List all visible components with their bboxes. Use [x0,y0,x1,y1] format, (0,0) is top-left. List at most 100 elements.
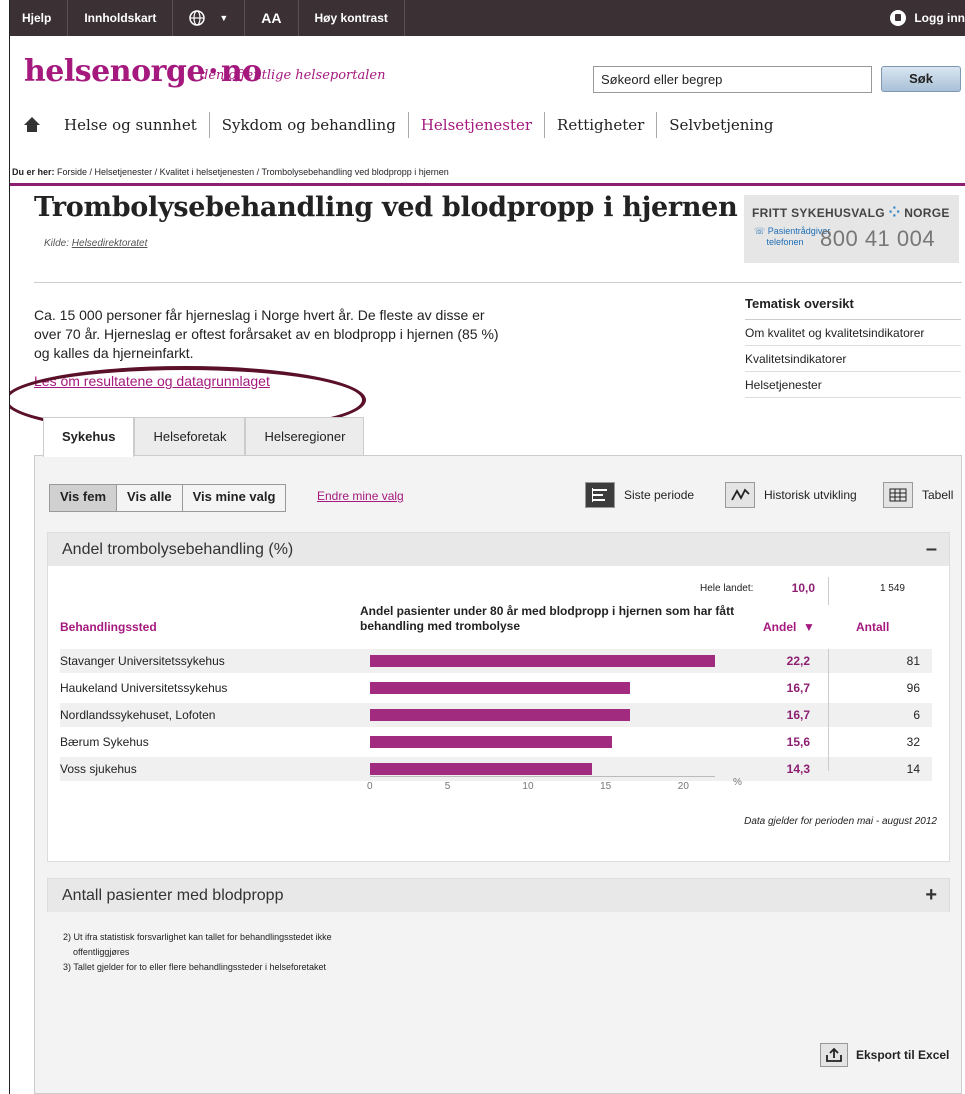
export-icon [820,1043,848,1067]
place-name: Haukeland Universitetssykehus [60,681,228,695]
antall-value: 6 [913,708,920,722]
search-input[interactable]: Søkeord eller begrep [593,66,872,93]
globe-icon [189,10,206,26]
place-name: Stavanger Universitetssykehus [60,654,225,668]
nav-helsetjenester[interactable]: Helsetjenester [407,112,544,138]
x-axis [370,776,715,777]
language-menu[interactable]: ▼ [173,0,246,36]
site-tagline: den offentlige helseportalen [200,68,386,83]
dots-icon: ⁘ [888,204,901,220]
place-name: Nordlandssykehuset, Lofoten [60,708,216,722]
help-link[interactable]: Hjelp [10,0,69,36]
section-header[interactable]: Andel trombolysebehandling (%) – [48,533,949,566]
andel-value: 15,6 [786,735,810,749]
high-contrast-link[interactable]: Høy kontrast [299,0,405,36]
login-label: Logg inn [914,11,965,25]
tab-sykehus[interactable]: Sykehus [43,417,135,457]
history-button[interactable]: Historisk utvikling [725,482,857,508]
col-andel[interactable]: Andel ▼ [763,620,815,634]
table-icon [883,482,913,508]
breadcrumb: Du er her: Forside / Helsetjenester / Kv… [12,167,449,177]
main-nav: Helse og sunnhet Sykdom og behandling He… [24,112,785,138]
bar [370,655,715,667]
lock-icon [890,10,907,26]
show-mine-button[interactable]: Vis mine valg [181,485,286,511]
text-size-button[interactable]: AA [245,0,299,36]
antall-value: 14 [906,762,920,776]
national-label: Hele landet: [700,583,754,594]
table-button[interactable]: Tabell [883,482,953,508]
antall-value: 32 [906,735,920,749]
andel-value: 14,3 [786,762,810,776]
bar [370,763,593,775]
table-row[interactable]: Haukeland Universitetssykehus 16,7 96 [60,676,932,700]
andel-value: 16,7 [786,681,810,695]
col-antall[interactable]: Antall [856,620,889,634]
x-tick-label: 0 [367,781,373,792]
page-frame: Hjelp Innholdskart ▼ AA Høy kontrast Log… [9,0,965,1094]
edit-selection-link[interactable]: Endre mine valg [317,489,404,503]
bar-chart-icon [585,482,615,508]
tab-helseregioner[interactable]: Helseregioner [245,417,365,455]
top-bar: Hjelp Innholdskart ▼ AA Høy kontrast Log… [10,0,965,36]
latest-period-button[interactable]: Siste periode [585,482,694,508]
source-link[interactable]: Helsedirektoratet [72,238,148,249]
thrombolysis-section: Andel trombolysebehandling (%) – Hele la… [47,532,950,862]
home-icon[interactable] [24,117,40,133]
patients-section: Antall pasienter med blodpropp + [47,878,950,912]
contents-link[interactable]: Innholdskart [68,0,174,36]
table-row[interactable]: Nordlandssykehuset, Lofoten 16,7 6 [60,703,932,727]
andel-value: 16,7 [786,708,810,722]
andel-value: 22,2 [786,654,810,668]
nav-sykdom-og-behandling[interactable]: Sykdom og behandling [208,112,408,138]
login-link[interactable]: Logg inn [874,0,965,36]
promo-phone: 800 41 004 [820,226,936,251]
search-button[interactable]: Søk [881,66,961,92]
table-row[interactable]: Bærum Sykehus 15,6 32 [60,730,932,754]
x-tick-label: 5 [444,781,451,792]
x-tick-label: 10 [522,781,534,792]
nav-selvbetjening[interactable]: Selvbetjening [656,112,785,138]
nav-rettigheter[interactable]: Rettigheter [544,112,656,138]
thematic-item[interactable]: Om kvalitet og kvalitetsindikatorer [745,320,961,346]
antall-value: 81 [906,654,920,668]
x-unit-label: % [733,777,742,788]
show-five-button[interactable]: Vis fem [50,485,117,511]
footnotes: 2) Ut ifra statistisk forsvarlighet kan … [63,932,332,972]
antall-value: 96 [906,681,920,695]
nav-helse-og-sunnhet[interactable]: Helse og sunnhet [24,112,209,138]
x-tick-label: 20 [677,781,689,792]
header: helsenorge · no den offentlige helseportal… [10,36,965,98]
national-andel: 10,0 [791,581,815,595]
table-row[interactable]: Voss sjukehus 14,3 14 [60,757,932,781]
data-period-note: Data gjelder for perioden mai - august 2… [744,816,937,827]
view-toggle: Vis fem Vis alle Vis mine valg [49,484,287,512]
thematic-overview: Tematisk oversikt Om kvalitet og kvalite… [745,296,961,398]
breadcrumb-path[interactable]: Forside / Helsetjenester / Kvalitet i he… [57,167,449,177]
divider [34,282,962,283]
thematic-item[interactable]: Kvalitetsindikatorer [745,346,961,372]
sort-desc-icon: ▼ [803,620,815,634]
collapse-icon[interactable]: – [926,533,937,566]
bar [370,682,630,694]
x-tick-label: 15 [600,781,612,792]
bar [370,709,630,721]
expand-icon[interactable]: + [925,879,937,912]
table-row[interactable]: Stavanger Universitetssykehus 22,2 81 [60,649,932,673]
intro-text: Ca. 15 000 personer får hjerneslag i Nor… [34,307,499,361]
bar [370,736,613,748]
promo-banner[interactable]: FRITT SYKEHUSVALG ⁘ NORGE ☏ Pasientrådgi… [744,195,959,263]
chevron-down-icon: ▼ [219,13,229,23]
results-panel: Vis fem Vis alle Vis mine valg Endre min… [34,455,962,1094]
place-name: Voss sjukehus [60,762,137,776]
section-header[interactable]: Antall pasienter med blodpropp + [48,879,949,912]
export-excel-button[interactable]: Eksport til Excel [820,1043,949,1067]
tab-helseforetak[interactable]: Helseforetak [134,417,246,455]
phone-icon: ☏ [754,226,766,236]
divider [10,183,965,186]
page-title: Trombolysebehandling ved blodpropp i hje… [34,192,738,223]
show-all-button[interactable]: Vis alle [116,485,182,511]
thematic-heading: Tematisk oversikt [745,296,961,320]
source-line: Kilde: Helsedirektoratet [44,238,148,249]
thematic-item[interactable]: Helsetjenester [745,372,961,398]
